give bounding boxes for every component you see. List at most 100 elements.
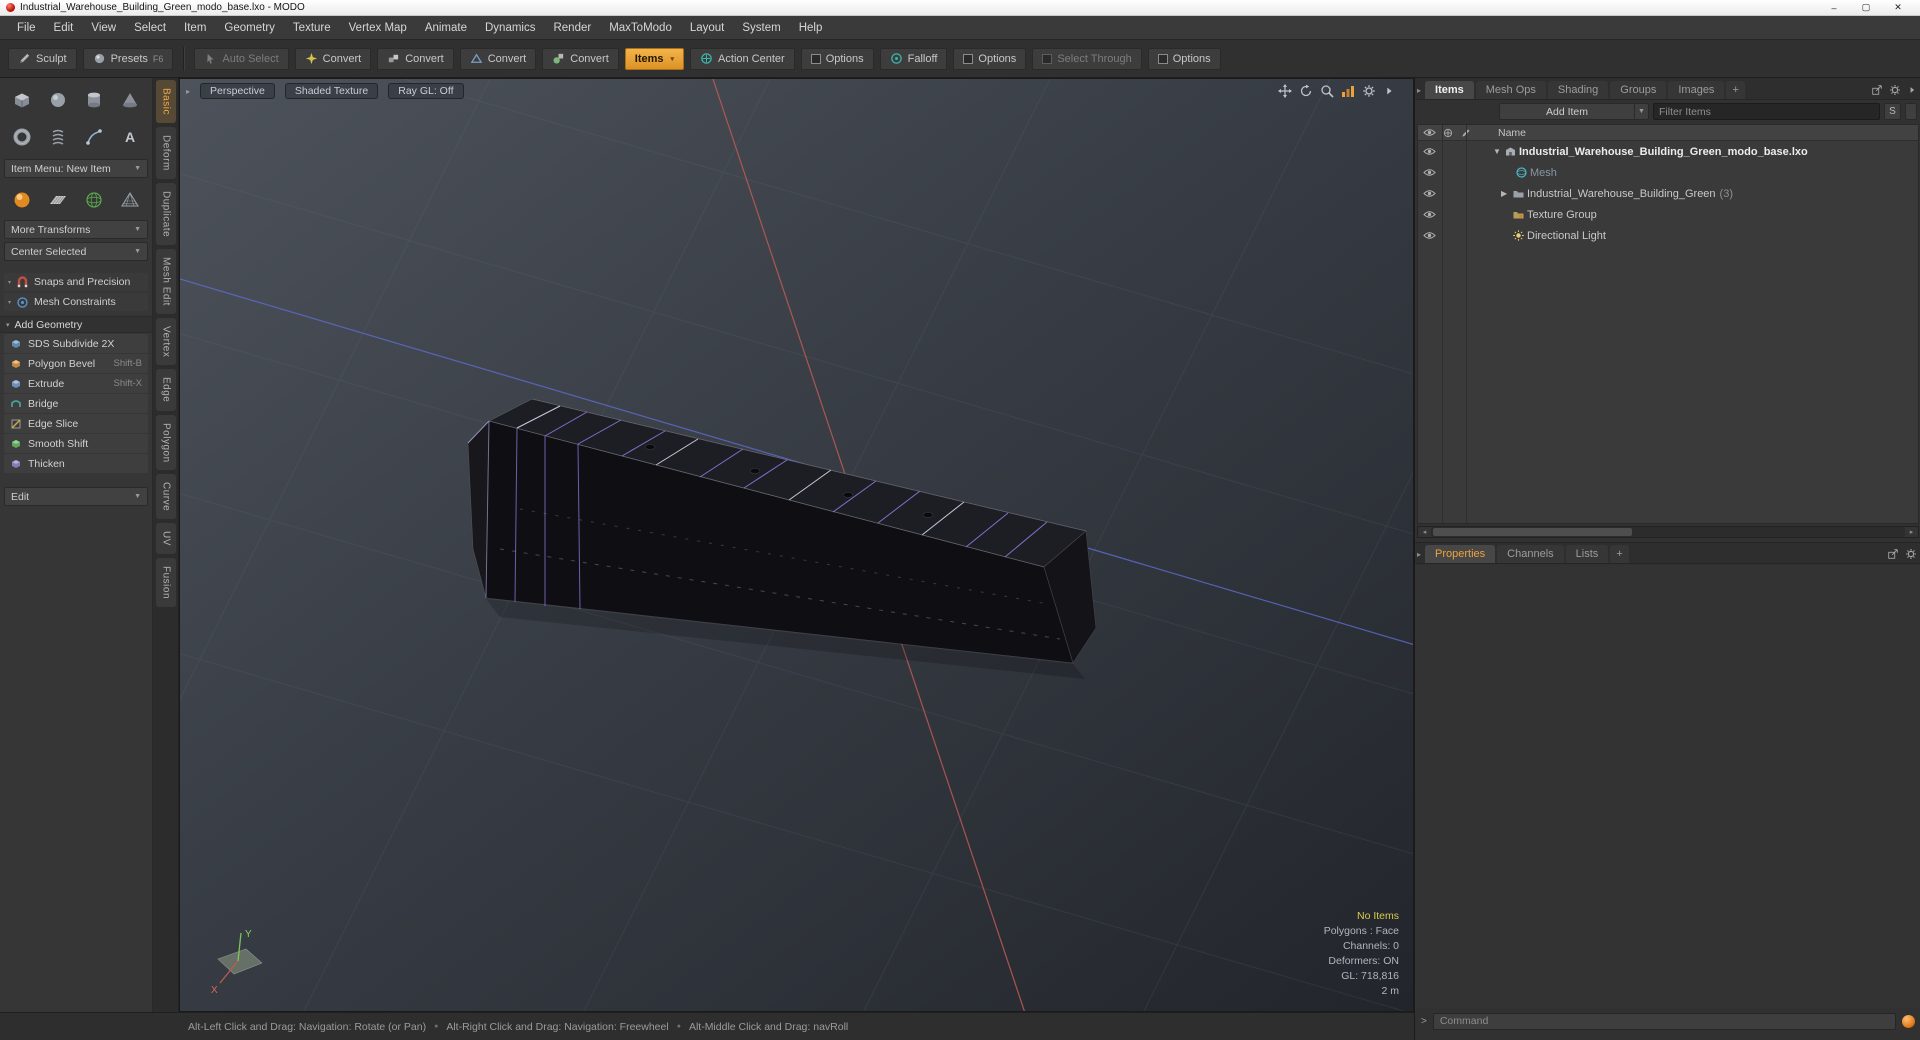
triangle-mesh-tool[interactable] <box>112 184 148 216</box>
action-center-options-button[interactable]: Options <box>800 47 874 70</box>
tab-edge[interactable]: Edge <box>156 369 176 411</box>
menu-render[interactable]: Render <box>544 16 600 40</box>
menu-item[interactable]: Item <box>175 16 215 40</box>
smooth-shift-button[interactable]: Smooth Shift <box>4 434 148 453</box>
tab-fusion[interactable]: Fusion <box>156 558 176 608</box>
eye-icon[interactable] <box>1423 168 1437 177</box>
collapse-arrow-icon[interactable]: ▶ <box>1501 189 1512 198</box>
menu-animate[interactable]: Animate <box>416 16 476 40</box>
instance-tool[interactable] <box>4 184 40 216</box>
menu-geometry[interactable]: Geometry <box>215 16 284 40</box>
tab-curve[interactable]: Curve <box>156 474 176 520</box>
tab-basic[interactable]: Basic <box>156 80 176 123</box>
menu-view[interactable]: View <box>82 16 125 40</box>
sort-button[interactable]: S <box>1884 103 1901 120</box>
tab-properties[interactable]: Properties <box>1425 545 1496 563</box>
text-tool[interactable]: A <box>112 118 148 155</box>
close-button[interactable]: ✕ <box>1882 0 1914 15</box>
performance-icon[interactable] <box>1341 84 1355 98</box>
tree-row-directional-light[interactable]: Directional Light <box>1418 225 1918 246</box>
panel-collapse-arrow-icon[interactable]: ▸ <box>1417 550 1421 559</box>
sphere-tool[interactable] <box>40 81 76 118</box>
name-column-header[interactable]: Name <box>1498 127 1526 139</box>
add-tab-button[interactable]: + <box>1610 545 1629 563</box>
eye-icon[interactable] <box>1423 231 1437 240</box>
rotate-icon[interactable] <box>1299 84 1313 98</box>
gear-icon[interactable] <box>1362 84 1376 98</box>
tree-row-texture-group[interactable]: Texture Group <box>1418 204 1918 225</box>
tab-mesh-edit[interactable]: Mesh Edit <box>156 248 176 314</box>
convert-button-4[interactable]: Convert <box>542 47 619 70</box>
arrow-right-icon[interactable] <box>1907 85 1917 95</box>
cone-tool[interactable] <box>112 81 148 118</box>
shading-mode-button[interactable]: Shaded Texture <box>284 83 379 99</box>
popout-icon[interactable] <box>1887 548 1899 560</box>
tab-shading[interactable]: Shading <box>1547 81 1609 99</box>
action-center-button[interactable]: Action Center <box>690 47 795 70</box>
tab-deform[interactable]: Deform <box>156 126 176 179</box>
cylinder-tool[interactable] <box>76 81 112 118</box>
curve-pen-tool[interactable] <box>76 118 112 155</box>
raygl-button[interactable]: Ray GL: Off <box>388 83 464 99</box>
arrow-right-icon[interactable] <box>1383 85 1395 97</box>
edge-slice-button[interactable]: Edge Slice <box>4 414 148 433</box>
tree-row-warehouse-group[interactable]: ▶ Industrial_Warehouse_Building_Green (3… <box>1418 183 1918 204</box>
tab-images[interactable]: Images <box>1668 81 1725 99</box>
mesh-constraints-button[interactable]: ▾ Mesh Constraints <box>4 293 148 311</box>
wire-sphere-tool[interactable] <box>76 184 112 216</box>
menu-system[interactable]: System <box>733 16 789 40</box>
viewport-3d[interactable]: Y X ▸ Perspective Shaded Texture Ray GL:… <box>179 78 1414 1012</box>
filter-items-input[interactable] <box>1653 103 1880 120</box>
tab-items[interactable]: Items <box>1425 81 1474 99</box>
visibility-column-eye-icon[interactable] <box>1423 128 1437 137</box>
menu-select[interactable]: Select <box>125 16 175 40</box>
more-transforms-dropdown[interactable]: More Transforms ▼ <box>4 220 148 239</box>
tab-uv[interactable]: UV <box>156 523 176 555</box>
menu-texture[interactable]: Texture <box>284 16 340 40</box>
tab-groups[interactable]: Groups <box>1610 81 1667 99</box>
ground-plane-tool[interactable] <box>40 184 76 216</box>
render-column-icon[interactable] <box>1443 128 1453 138</box>
command-history-arrow[interactable]: > <box>1421 1016 1427 1027</box>
select-through-options-button[interactable]: Options <box>1147 47 1221 70</box>
minimize-button[interactable]: – <box>1818 0 1850 15</box>
thicken-button[interactable]: Thicken <box>4 454 148 473</box>
presets-button[interactable]: Presets F6 <box>82 47 174 70</box>
viewport-3d-canvas[interactable]: Y X <box>180 79 1414 1012</box>
auto-select-button[interactable]: Auto Select <box>194 47 289 70</box>
menu-layout[interactable]: Layout <box>681 16 734 40</box>
convert-button-2[interactable]: Convert <box>377 47 454 70</box>
tab-duplicate[interactable]: Duplicate <box>156 182 176 245</box>
menu-help[interactable]: Help <box>790 16 832 40</box>
tab-lists[interactable]: Lists <box>1565 545 1609 563</box>
scroll-right-arrow-icon[interactable]: ▸ <box>1905 527 1918 537</box>
eye-icon[interactable] <box>1423 147 1437 156</box>
add-item-button[interactable]: Add Item ▼ <box>1499 103 1649 120</box>
polygon-bevel-button[interactable]: Polygon Bevel Shift-B <box>4 354 148 373</box>
tree-row-mesh[interactable]: Mesh <box>1418 162 1918 183</box>
center-selected-dropdown[interactable]: Center Selected ▼ <box>4 242 148 261</box>
pan-icon[interactable] <box>1278 84 1292 98</box>
menu-edit[interactable]: Edit <box>45 16 83 40</box>
tab-channels[interactable]: Channels <box>1497 545 1564 563</box>
expand-arrow-icon[interactable]: ▼ <box>1493 147 1504 156</box>
edit-dropdown[interactable]: Edit ▼ <box>4 487 148 506</box>
item-menu-dropdown[interactable]: Item Menu: New Item ▼ <box>4 159 148 178</box>
cube-tool[interactable] <box>4 81 40 118</box>
command-status-icon[interactable] <box>1902 1014 1915 1028</box>
sculpt-button[interactable]: Sculpt <box>8 47 77 70</box>
extrude-button[interactable]: Extrude Shift-X <box>4 374 148 393</box>
coil-tool[interactable] <box>40 118 76 155</box>
popout-icon[interactable] <box>1871 84 1883 96</box>
viewport-collapse-arrow-icon[interactable]: ▸ <box>186 87 190 96</box>
falloff-options-button[interactable]: Options <box>953 47 1027 70</box>
gear-icon[interactable] <box>1905 548 1917 560</box>
zoom-icon[interactable] <box>1320 84 1334 98</box>
panel-collapse-arrow-icon[interactable]: ▸ <box>1417 86 1421 95</box>
command-input[interactable] <box>1432 1012 1896 1030</box>
gear-icon[interactable] <box>1889 84 1901 96</box>
menu-maxtomodo[interactable]: MaxToModo <box>600 16 681 40</box>
convert-button-3[interactable]: Convert <box>459 47 537 70</box>
eye-icon[interactable] <box>1423 189 1437 198</box>
menu-file[interactable]: File <box>8 16 45 40</box>
